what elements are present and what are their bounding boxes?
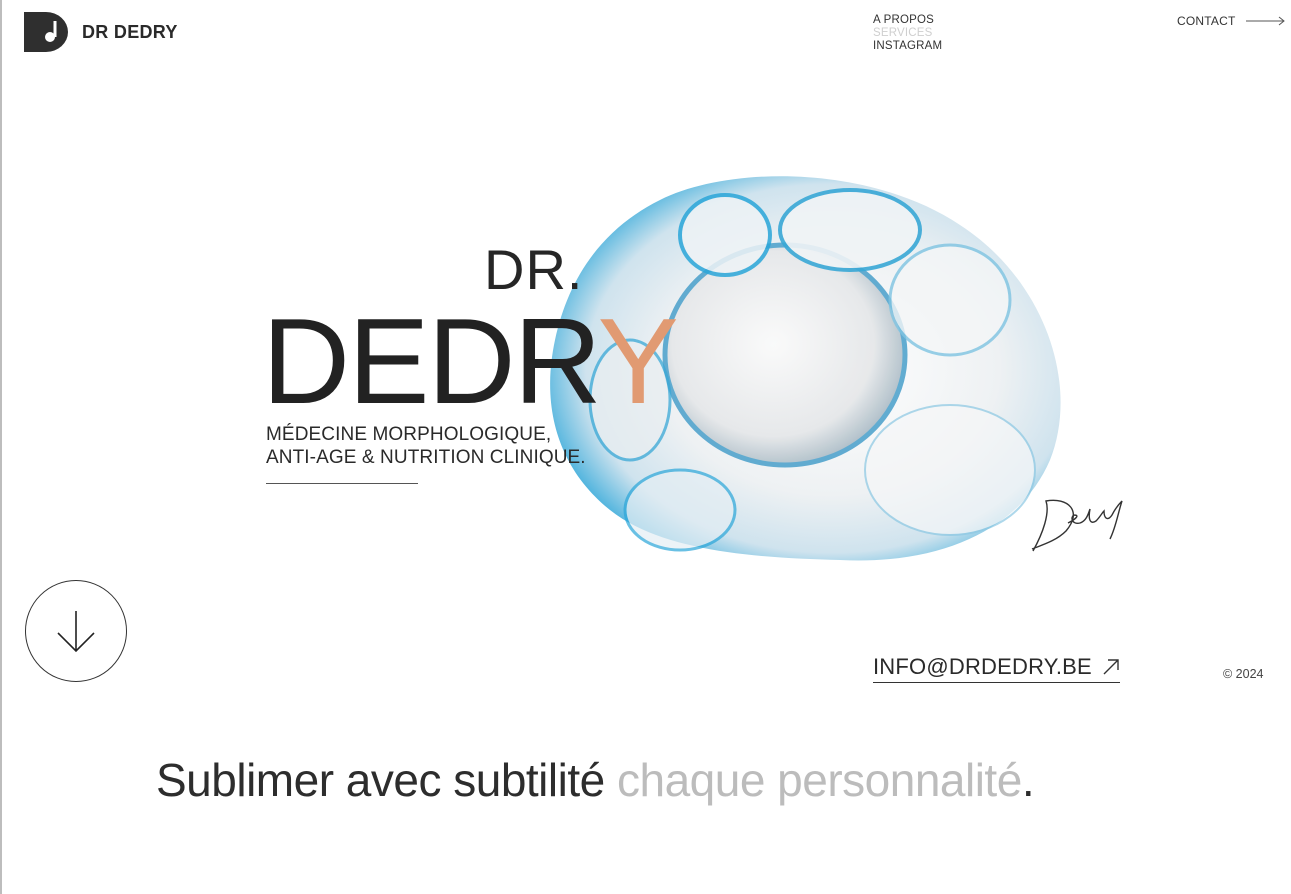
logo-text: DR DEDRY (82, 21, 178, 42)
tagline-line-1: MÉDECINE MORPHOLOGIQUE, (266, 424, 552, 445)
hero-title: DEDRY (262, 300, 679, 422)
main-nav: A PROPOS SERVICES INSTAGRAM (873, 14, 942, 53)
copyright-text: © 2024 (1223, 667, 1264, 681)
email-text: INFO@DRDEDRY.BE (873, 654, 1092, 679)
left-edge-divider (0, 0, 2, 894)
contact-label: CONTACT (1177, 14, 1236, 28)
slogan: Sublimer avec subtilité chaque personnal… (156, 752, 1035, 808)
slogan-light: chaque personnalité (616, 754, 1022, 806)
signature-image (1031, 499, 1123, 552)
tagline-line-2: ANTI-AGE & NUTRITION CLINIQUE. (266, 447, 586, 468)
nav-item-services[interactable]: SERVICES (873, 27, 942, 40)
hero-title-prefix: DR. (484, 238, 584, 301)
arrow-up-right-icon (1103, 659, 1119, 675)
slogan-dark: Sublimer avec subtilité (156, 754, 617, 806)
arrow-right-icon (1245, 16, 1285, 26)
contact-link[interactable]: CONTACT (1177, 14, 1286, 28)
site-logo[interactable]: DR DEDRY (24, 12, 178, 52)
slogan-period: . (1021, 754, 1035, 806)
email-link[interactable]: INFO@DRDEDRY.BE (873, 654, 1120, 683)
hero-title-main: DEDR (262, 293, 599, 429)
arrow-down-icon (57, 611, 95, 653)
nav-item-a-propos[interactable]: A PROPOS (873, 14, 942, 27)
logo-mark-icon (24, 12, 68, 52)
scroll-down-button[interactable] (25, 580, 127, 682)
nav-item-instagram[interactable]: INSTAGRAM (873, 40, 942, 53)
hero-tagline: MÉDECINE MORPHOLOGIQUE, ANTI-AGE & NUTRI… (266, 423, 586, 469)
hero-title-accent: Y (597, 293, 678, 429)
tagline-divider (266, 483, 418, 484)
